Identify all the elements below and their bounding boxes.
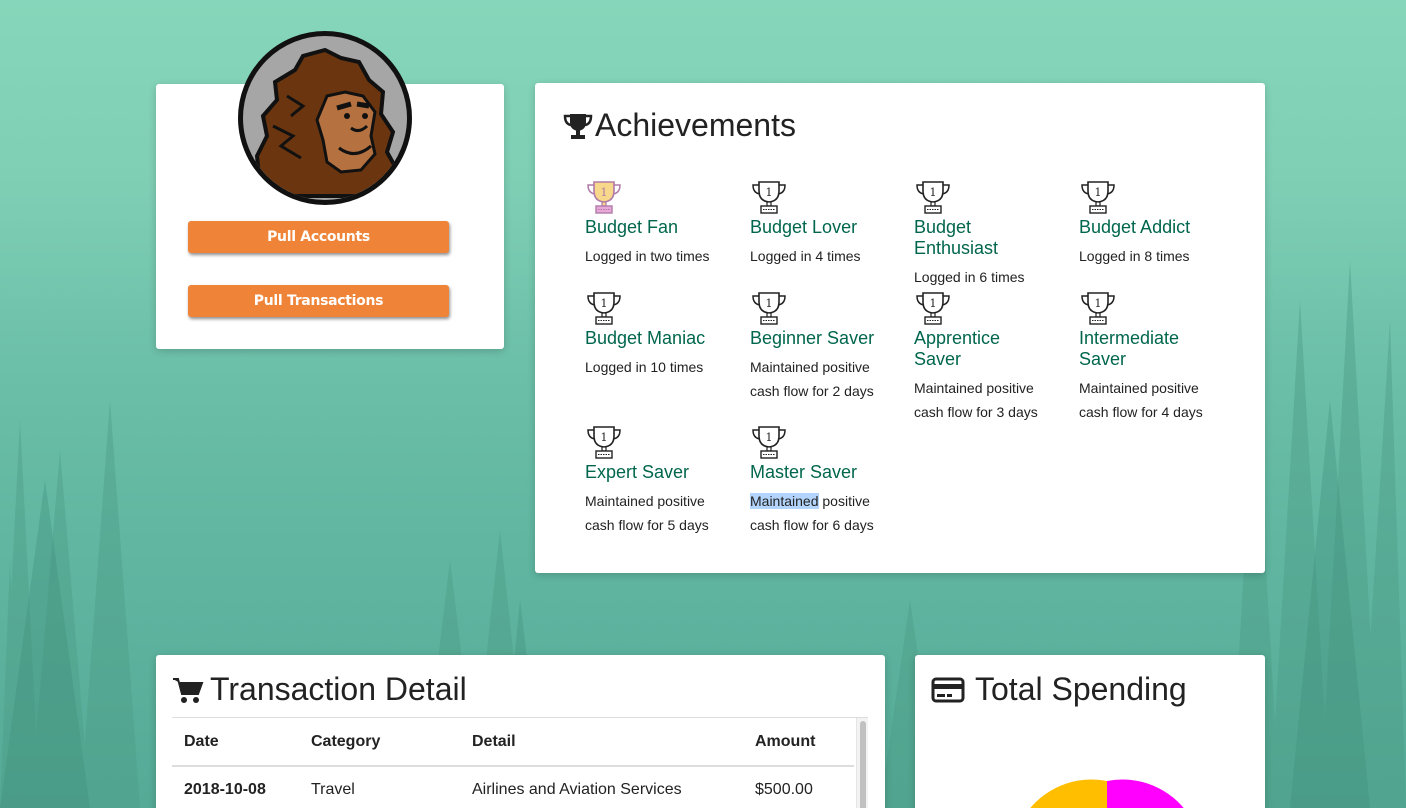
achievements-panel: Achievements 1 Budget Fan Logged in two ti… [535,83,1265,573]
table-row[interactable]: 2018-10-08 Travel Airlines and Aviation … [172,766,854,808]
achievement-name: Budget Addict [1079,217,1191,237]
column-header-category[interactable]: Category [299,718,460,767]
svg-text:1: 1 [766,297,773,310]
trophy-icon: 1 [585,424,745,460]
achievement-description: Maintained positive cash flow for 3 days [914,380,1038,420]
column-header-amount[interactable]: Amount [743,718,854,767]
trophy-icon: 1 [585,179,745,215]
achievement-item: 1 Budget Addict Logged in 8 times [1079,179,1239,268]
total-spending-title: Total Spending [975,671,1187,707]
achievement-name: Apprentice Saver [914,328,1001,369]
trophy-icon: 1 [914,179,1054,215]
achievement-name: Beginner Saver [750,328,875,348]
achievement-description: Maintained positive cash flow for 2 days [750,359,874,399]
transaction-detail-heading: Transaction Detail [172,671,467,708]
achievement-item: 1 Apprentice Saver Maintained positive cas… [914,290,1054,424]
svg-text:1: 1 [766,431,773,444]
trophy-icon: 1 [1079,179,1239,215]
achievement-item: 1 Master Saver Maintained positive cash fl… [750,424,910,537]
achievements-heading: Achievements [563,107,796,144]
svg-text:1: 1 [601,297,608,310]
achievement-description: Logged in two times [585,248,710,264]
spending-pie-chart [1025,779,1189,808]
achievement-description: Maintained positive cash flow for 4 days [1079,380,1203,420]
achievements-title: Achievements [595,107,796,143]
cell-category: Travel [299,766,460,808]
total-spending-panel: Total Spending [915,655,1265,808]
achievement-name: Master Saver [750,462,858,482]
achievement-description: Maintained positive cash flow for 5 days [585,493,709,533]
shopping-cart-icon [173,677,204,703]
achievement-item: 1 Budget Fan Logged in two times [585,179,745,268]
svg-text:1: 1 [1095,297,1102,310]
trophy-icon: 1 [750,290,910,326]
achievement-name: Budget Fan [585,217,679,237]
column-header-detail[interactable]: Detail [460,718,743,767]
achievement-description: Logged in 10 times [585,359,704,375]
cell-date: 2018-10-08 [172,766,299,808]
achievement-description: Logged in 8 times [1079,248,1190,264]
trophy-icon: 1 [750,179,910,215]
cell-amount: $500.00 [743,766,854,808]
table-header-row: Date Category Detail Amount [172,718,854,767]
credit-card-icon [931,677,965,702]
svg-text:1: 1 [930,297,937,310]
svg-text:1: 1 [766,186,773,199]
achievement-description: Logged in 4 times [750,248,861,264]
achievement-item: 1 Intermediate Saver Maintained positive c… [1079,290,1219,424]
transaction-detail-panel: Transaction Detail Date Category Detail … [156,655,885,808]
achievement-item: 1 Expert Saver Maintained positive cash fl… [585,424,745,537]
achievement-description: Logged in 6 times [914,269,1025,285]
achievement-name: Expert Saver [585,462,690,482]
pull-accounts-button[interactable]: Pull Accounts [188,221,449,253]
column-header-date[interactable]: Date [172,718,299,767]
achievement-name: Intermediate Saver [1079,328,1180,369]
transaction-detail-title: Transaction Detail [210,671,467,707]
pie-slice-travel[interactable] [1025,779,1107,808]
scrollbar-thumb[interactable] [860,721,866,808]
trophy-icon: 1 [914,290,1054,326]
total-spending-heading: Total Spending [931,671,1187,708]
achievement-item: 1 Budget Enthusiast Logged in 6 times [914,179,1054,289]
achievement-item: 1 Budget Lover Logged in 4 times [750,179,910,268]
achievement-item: 1 Beginner Saver Maintained positive cash … [750,290,910,403]
pull-transactions-button[interactable]: Pull Transactions [188,285,449,317]
pie-slice-other[interactable] [1107,779,1189,808]
achievement-description: Maintained positive cash flow for 6 days [750,489,880,537]
table-scrollbar[interactable] [856,718,868,808]
trophy-icon: 1 [750,424,910,460]
svg-text:1: 1 [930,186,937,199]
svg-text:1: 1 [1095,186,1102,199]
text-selection: Maintained [750,493,819,509]
svg-text:1: 1 [601,431,608,444]
trophy-icon: 1 [1079,290,1219,326]
achievement-item: 1 Budget Maniac Logged in 10 times [585,290,745,379]
achievement-name: Budget Lover [750,217,858,237]
trophy-icon: 1 [585,290,745,326]
trophy-icon [563,113,593,139]
transaction-table-container: Date Category Detail Amount 2018-10-08 T… [172,717,868,808]
bigfoot-avatar [238,31,412,205]
achievement-name: Budget Maniac [585,328,706,348]
svg-text:1: 1 [601,186,608,199]
transaction-table: Date Category Detail Amount 2018-10-08 T… [172,718,854,808]
cell-detail: Airlines and Aviation Services [460,766,743,808]
achievement-name: Budget Enthusiast [914,217,999,258]
